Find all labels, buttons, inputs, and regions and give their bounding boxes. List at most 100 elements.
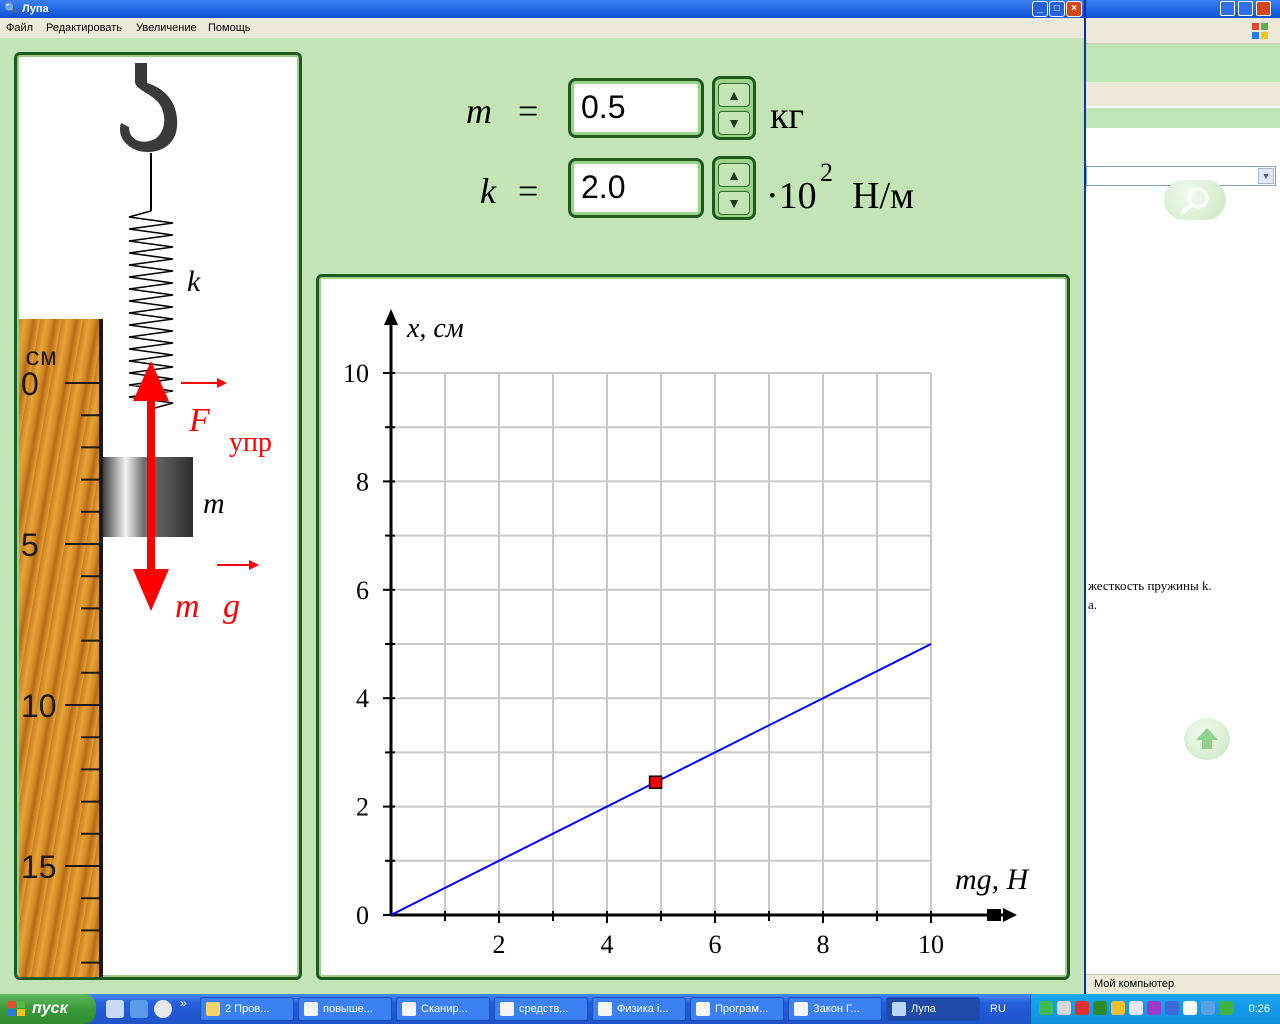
chevron-down-icon[interactable]: ▼ [1258, 168, 1274, 184]
maximize-button[interactable]: □ [1049, 1, 1065, 17]
tray-icon[interactable] [1111, 1001, 1125, 1015]
y-tick-label: 4 [356, 684, 369, 713]
y-axis-label: x, см [406, 313, 464, 344]
background-text: жесткость пружины k. а. [1088, 576, 1280, 614]
browser-icon[interactable] [130, 1000, 148, 1018]
task-button[interactable]: 2 Пров... [200, 997, 294, 1021]
background-titlebar[interactable] [1086, 0, 1280, 18]
close-button[interactable]: × [1066, 1, 1082, 17]
more-icon[interactable]: » [180, 996, 187, 1010]
clock: 0:26 [1248, 1003, 1270, 1015]
x-tick-label: 8 [817, 930, 830, 959]
app-icon [696, 1002, 710, 1016]
tray-icon[interactable] [1165, 1001, 1179, 1015]
task-button[interactable]: Закон Г... [788, 997, 882, 1021]
minimize-icon[interactable] [1220, 1, 1235, 16]
tray-icon[interactable] [1039, 1001, 1053, 1015]
task-label: 2 Пров... [225, 1003, 270, 1015]
document-icon [304, 1002, 318, 1016]
mass-input[interactable]: 0.5 [568, 78, 704, 138]
clock-app-icon[interactable] [154, 1000, 172, 1018]
stiffness-decrement-button[interactable]: ▼ [718, 191, 750, 215]
stiffness-unit-prefix: ·10 [766, 175, 817, 217]
x-tick-label: 10 [918, 930, 944, 959]
x-tick-label: 4 [601, 930, 614, 959]
task-button[interactable]: Програм... [690, 997, 784, 1021]
minimize-button[interactable]: _ [1032, 1, 1048, 17]
start-label: пуск [32, 1000, 68, 1017]
background-text-line: а. [1088, 597, 1098, 612]
tray-icon[interactable] [1147, 1001, 1161, 1015]
background-window[interactable]: ▼ жесткость пружины k. а. Мой компьютер [1086, 0, 1280, 994]
task-button[interactable]: повыше... [298, 997, 392, 1021]
menu-file[interactable]: Файл [6, 18, 33, 38]
up-button[interactable] [1184, 718, 1230, 760]
desktop: ▼ жесткость пружины k. а. Мой компьютер … [0, 0, 1280, 1024]
mass-equals: = [518, 91, 539, 131]
tray-icon[interactable] [1057, 1001, 1071, 1015]
windows-logo-icon [1252, 23, 1268, 39]
task-button[interactable]: Сканир... [396, 997, 490, 1021]
x-axis-marker [987, 909, 1001, 921]
stiffness-unit: Н/м [852, 175, 915, 217]
task-button[interactable]: средств... [494, 997, 588, 1021]
force-label: F [188, 402, 211, 439]
mass-stepper[interactable]: ▲ ▼ [712, 76, 756, 140]
tray-icon[interactable] [1129, 1001, 1143, 1015]
system-tray: 0:26 [1030, 994, 1280, 1024]
hook-icon [119, 63, 178, 152]
mass-decrement-button[interactable]: ▼ [718, 111, 750, 135]
task-button[interactable]: Физика i... [592, 997, 686, 1021]
spring-diagram: k m F упр m g [103, 63, 272, 625]
stiffness-input[interactable]: 2.0 [568, 158, 704, 218]
title-bar[interactable]: 🔍 Лупа _ □ × [0, 0, 1084, 18]
show-desktop-icon[interactable] [106, 1000, 124, 1018]
background-toolbar [1086, 18, 1280, 44]
tray-icon[interactable] [1075, 1001, 1089, 1015]
stiffness-stepper[interactable]: ▲ ▼ [712, 156, 756, 220]
start-button[interactable]: пуск [0, 994, 96, 1024]
y-axis-arrow [384, 309, 398, 325]
x-tick-label: 6 [709, 930, 722, 959]
mass-increment-button[interactable]: ▲ [718, 83, 750, 107]
y-tick-label: 0 [356, 901, 369, 930]
app-window: 🔍 Лупа _ □ × Файл Редактировать Увеличен… [0, 0, 1086, 994]
menu-zoom[interactable]: Увеличение [136, 18, 197, 38]
mass-unit: кг [770, 95, 805, 137]
weight-label-g: g [223, 588, 240, 625]
status-bar: Мой компьютер [1086, 974, 1280, 994]
menu-edit[interactable]: Редактировать [46, 18, 122, 38]
task-label: повыше... [323, 1003, 373, 1015]
mass-label: m [203, 487, 225, 520]
stiffness-increment-button[interactable]: ▲ [718, 163, 750, 187]
task-button-active[interactable]: Лупа [886, 997, 980, 1021]
app-icon [500, 1002, 514, 1016]
menu-help[interactable]: Помощь [208, 18, 251, 38]
windows-logo-icon [8, 1001, 25, 1016]
scanner-icon [402, 1002, 416, 1016]
zoom-button[interactable] [1164, 180, 1226, 220]
weight-label-m: m [175, 588, 200, 625]
close-icon[interactable] [1256, 1, 1271, 16]
magnifier-icon: 🔍 [4, 3, 18, 15]
spring-diagram-panel: см 0 5 10 15 k m F упр m g [14, 52, 302, 980]
stiffness-equals: = [518, 171, 539, 211]
tray-icon[interactable] [1201, 1001, 1215, 1015]
maximize-icon[interactable] [1238, 1, 1253, 16]
chart: 2 4 6 8 10 0 2 4 6 8 10 x, см mg, Н [343, 309, 1031, 959]
background-text-line: жесткость пружины k. [1088, 578, 1212, 593]
spring-label: k [187, 265, 201, 298]
folder-icon [206, 1002, 220, 1016]
magnifier-icon [1181, 187, 1209, 214]
tray-icon[interactable] [1219, 1001, 1233, 1015]
task-label: Сканир... [421, 1003, 468, 1015]
window-title: Лупа [22, 3, 49, 15]
language-indicator[interactable]: RU [990, 994, 1006, 1024]
y-tick-label: 2 [356, 793, 369, 822]
x-tick-label: 2 [493, 930, 506, 959]
tray-icon[interactable] [1093, 1001, 1107, 1015]
document-icon [794, 1002, 808, 1016]
stiffness-symbol: k [480, 171, 496, 211]
tray-icon[interactable] [1183, 1001, 1197, 1015]
background-band [1086, 44, 1280, 82]
